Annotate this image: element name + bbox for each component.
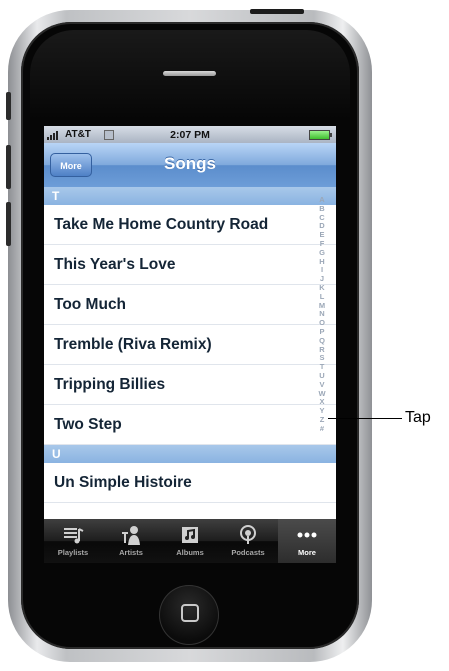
index-letter-m[interactable]: M [313,301,331,310]
tab-bar: Playlists Artists Albums Podcasts More [44,519,336,563]
tab-label: Artists [119,548,143,557]
index-letter-p[interactable]: P [313,328,331,336]
index-letter-s[interactable]: S [313,354,331,362]
index-letter-a[interactable]: A [313,196,331,204]
song-title: Tremble (Riva Remix) [54,336,212,353]
tab-label: Podcasts [231,548,265,557]
volume-up-button [6,145,11,189]
index-letter-h[interactable]: H [313,257,331,266]
tab-label: Playlists [57,548,89,557]
song-row[interactable]: Two Step [44,405,336,445]
more-back-button[interactable]: More [50,153,92,177]
index-letter-d[interactable]: D [313,222,331,230]
index-letter-f[interactable]: F [313,240,331,248]
battery-icon [309,130,332,140]
index-letter-w[interactable]: W [313,389,331,398]
index-letter-g[interactable]: G [313,248,331,257]
sleep-button [250,9,304,14]
index-letter-j[interactable]: J [313,275,331,283]
status-time: 2:07 PM [170,129,210,141]
song-title: Two Step [54,416,122,433]
song-row[interactable]: Tremble (Riva Remix) [44,325,336,365]
alphabet-index-bar[interactable]: A B C D E F G H I J K L M N O P Q R S T … [313,196,331,516]
more-icon [296,525,318,545]
artists-icon [120,525,142,545]
callout-line [328,418,402,419]
index-letter-o[interactable]: O [313,319,331,327]
navigation-bar: More Songs [44,143,336,188]
song-title: Tripping Billies [54,376,166,393]
song-row[interactable]: Un Simple Histoire [44,463,336,503]
index-letter-k[interactable]: K [313,284,331,292]
song-title: Take Me Home Country Road [54,216,269,233]
ringer-switch [6,92,11,120]
tab-playlists[interactable]: Playlists [44,519,102,563]
index-letter-hash[interactable]: # [313,424,331,433]
index-letter-x[interactable]: X [313,398,331,406]
home-button-square-icon [181,604,199,622]
index-letter-l[interactable]: L [313,292,331,301]
song-row[interactable]: Take Me Home Country Road [44,205,336,245]
section-header-u: U [44,445,336,463]
index-letter-q[interactable]: Q [313,336,331,345]
playlists-icon [62,525,84,545]
song-row[interactable]: Too Much [44,285,336,325]
index-letter-u[interactable]: U [313,372,331,380]
volume-down-button [6,202,11,246]
tab-label: Albums [176,548,204,557]
tab-albums[interactable]: Albums [161,519,219,563]
songs-list: T Take Me Home Country Road This Year's … [44,187,336,519]
song-row[interactable]: This Year's Love [44,245,336,285]
index-letter-i[interactable]: I [313,266,331,274]
index-letter-v[interactable]: V [313,380,331,389]
index-letter-c[interactable]: C [313,213,331,222]
index-letter-e[interactable]: E [313,231,331,239]
song-row[interactable]: Tripping Billies [44,365,336,405]
tab-more[interactable]: More [278,519,336,563]
song-title: Un Simple Histoire [54,474,192,491]
albums-icon [179,525,201,545]
page-title: Songs [164,154,216,173]
song-title: This Year's Love [54,256,176,273]
index-letter-y[interactable]: Y [313,407,331,415]
tab-artists[interactable]: Artists [102,519,160,563]
earpiece-speaker [163,71,216,76]
podcasts-icon [237,525,259,545]
iphone-screen: AT&T 2:07 PM More Songs T Take Me Home C… [44,126,336,563]
page-canvas: AT&T 2:07 PM More Songs T Take Me Home C… [0,0,449,671]
status-bar: AT&T 2:07 PM [44,126,336,143]
index-letter-t[interactable]: T [313,363,331,371]
tab-label: More [298,548,316,557]
index-letter-b[interactable]: B [313,204,331,213]
index-letter-n[interactable]: N [313,310,331,318]
index-letter-r[interactable]: R [313,345,331,354]
song-title: Too Much [54,296,127,313]
section-header-t: T [44,187,336,205]
callout-label: Tap [405,409,431,426]
tab-podcasts[interactable]: Podcasts [219,519,277,563]
